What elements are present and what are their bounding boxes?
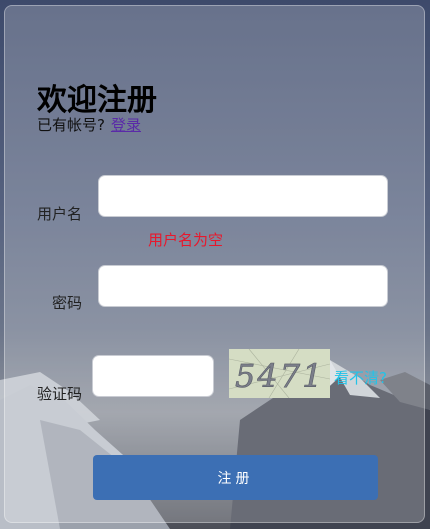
captcha-image[interactable]: 5471: [229, 349, 330, 398]
login-link[interactable]: 登录: [111, 116, 141, 134]
password-label: 密码: [51, 294, 82, 312]
captcha-image-text: 5471: [235, 357, 324, 395]
username-error: 用户名为空: [148, 231, 224, 249]
refresh-captcha-link[interactable]: 看不清?: [334, 367, 387, 388]
register-button[interactable]: 注册: [93, 455, 378, 500]
username-label: 用户名: [36, 205, 82, 223]
login-prompt: 已有帐号? 登录: [37, 114, 141, 135]
captcha-input[interactable]: [92, 355, 214, 397]
password-input[interactable]: [98, 265, 388, 307]
captcha-label: 验证码: [36, 385, 82, 403]
has-account-text: 已有帐号?: [37, 116, 105, 134]
page-title: 欢迎注册: [37, 83, 157, 118]
username-input[interactable]: [98, 175, 388, 217]
